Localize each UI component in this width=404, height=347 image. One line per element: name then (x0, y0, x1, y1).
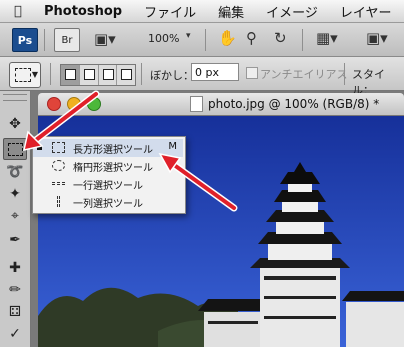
annotation-arrow (158, 152, 238, 212)
annotation-arrow (23, 90, 100, 151)
annotation-arrows (23, 90, 238, 212)
